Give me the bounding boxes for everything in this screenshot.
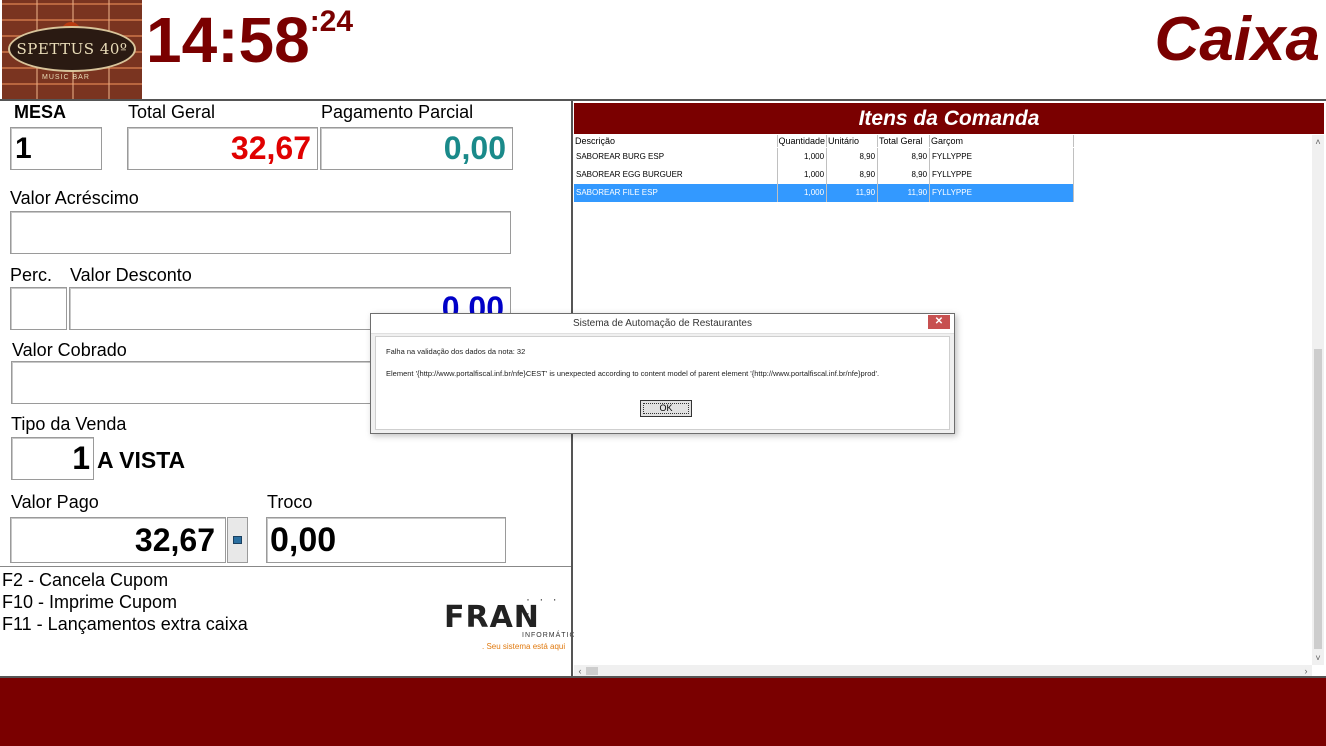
cell-garcom: FYLLYPPE: [929, 183, 1075, 202]
cell-descricao: SABOREAR FILE ESP: [574, 183, 778, 202]
footer-bar: [0, 678, 1326, 746]
valor-desconto-label: Valor Desconto: [70, 265, 192, 285]
shortcuts-list: F2 - Cancela Cupom F10 - Imprime Cupom F…: [2, 569, 248, 635]
cell-total: 8,90: [877, 165, 931, 184]
dialog-titlebar[interactable]: Sistema de Automação de Restaurantes ✕: [371, 314, 954, 334]
cell-garcom: FYLLYPPE: [929, 165, 1075, 184]
calculator-icon: [233, 536, 242, 544]
shortcut-cancela-cupom: F2 - Cancela Cupom: [2, 570, 169, 590]
shortcut-lancamentos-extra: F11 - Lançamentos extra caixa: [2, 614, 248, 634]
valor-acrescimo-label: Valor Acréscimo: [10, 188, 139, 208]
troco-field: 0,00: [266, 517, 506, 563]
screen-title: Caixa: [1154, 5, 1320, 74]
scroll-down-icon[interactable]: ˅: [1313, 652, 1323, 664]
cell-total: 8,90: [877, 147, 931, 166]
items-title: Itens da Comanda: [574, 103, 1324, 134]
dialog-body: Falha na validação dos dados da nota: 32…: [375, 336, 950, 430]
ok-button[interactable]: OK: [640, 400, 692, 417]
perc-field[interactable]: [10, 287, 67, 330]
header-divider: [0, 99, 1326, 101]
clock-seconds: :24: [309, 5, 354, 38]
cell-descricao: SABOREAR EGG BURGUER: [574, 165, 778, 184]
dialog-title: Sistema de Automação de Restaurantes: [573, 318, 752, 329]
tipo-venda-code: 1: [72, 440, 90, 476]
dialog-message-2: Element '{http://www.portalfiscal.inf.br…: [386, 369, 880, 378]
clock: 14:58:24: [146, 2, 353, 78]
cell-unitario: 8,90: [826, 147, 879, 166]
vertical-scrollbar[interactable]: ˄ ˅: [1312, 135, 1324, 665]
clock-hours-minutes: 14:58: [146, 4, 310, 76]
logo-subtitle: MUSIC BAR: [42, 74, 90, 81]
items-table: Descrição Quantidade Unitário Total Gera…: [574, 135, 1075, 202]
total-geral-field: 32,67: [127, 127, 318, 170]
valor-pago-field[interactable]: 32,67: [10, 517, 226, 563]
total-geral-label: Total Geral: [128, 102, 216, 122]
perc-label: Perc.: [10, 265, 53, 285]
vertical-scroll-thumb[interactable]: [1314, 349, 1322, 649]
total-geral-value: 32,67: [230, 130, 311, 166]
calculator-button[interactable]: [227, 517, 248, 563]
table-row[interactable]: SABOREAR BURG ESP 1,000 8,90 8,90 FYLLYP…: [574, 147, 1075, 166]
cell-descricao: SABOREAR BURG ESP: [574, 147, 778, 166]
valor-pago-label: Valor Pago: [11, 492, 99, 512]
cell-unitario: 8,90: [826, 165, 879, 184]
shortcuts-divider: [0, 566, 571, 567]
dialog-message-1: Falha na validação dos dados da nota: 32: [386, 347, 526, 356]
cell-quantidade: 1,000: [777, 147, 828, 166]
col-quantidade[interactable]: Quantidade: [777, 135, 828, 148]
pagamento-parcial-value: 0,00: [443, 130, 506, 166]
fran-logo: · · · · FRAN INFORMÁTICA . Seu sistema e…: [442, 592, 580, 654]
pagamento-parcial-label: Pagamento Parcial: [321, 102, 474, 122]
cell-quantidade: 1,000: [777, 183, 828, 202]
fran-slogan: . Seu sistema está aqui: [482, 642, 566, 651]
valor-cobrado-label: Valor Cobrado: [12, 340, 127, 360]
valor-acrescimo-field[interactable]: [10, 211, 511, 254]
col-descricao[interactable]: Descrição: [574, 135, 778, 148]
table-row[interactable]: SABOREAR EGG BURGUER 1,000 8,90 8,90 FYL…: [574, 165, 1075, 184]
caixa-window: SPETTUS 40º MUSIC BAR 14:58:24 Caixa MES…: [0, 0, 1326, 746]
close-icon[interactable]: ✕: [928, 315, 950, 329]
shortcut-imprime-cupom: F10 - Imprime Cupom: [2, 592, 178, 612]
error-dialog: Sistema de Automação de Restaurantes ✕ F…: [370, 313, 955, 434]
col-unitario[interactable]: Unitário: [826, 135, 879, 148]
table-row-selected[interactable]: SABOREAR FILE ESP 1,000 11,90 11,90 FYLL…: [574, 183, 1075, 202]
restaurant-logo: SPETTUS 40º MUSIC BAR: [2, 0, 142, 99]
horizontal-scroll-thumb[interactable]: [586, 667, 598, 675]
mesa-value: 1: [15, 131, 32, 165]
logo-badge: SPETTUS 40º: [8, 26, 136, 72]
pagamento-parcial-field[interactable]: 0,00: [320, 127, 513, 170]
scroll-up-icon[interactable]: ˄: [1313, 136, 1323, 148]
mesa-label: MESA: [14, 102, 67, 122]
cell-unitario: 11,90: [826, 183, 879, 202]
valor-pago-value: 32,67: [134, 521, 215, 558]
fran-word: FRAN: [444, 600, 540, 635]
col-garcom[interactable]: Garçom: [929, 135, 1075, 148]
tipo-venda-label: Tipo da Venda: [11, 414, 127, 434]
table-header-row: Descrição Quantidade Unitário Total Gera…: [574, 135, 1075, 148]
troco-value: 0,00: [270, 520, 337, 559]
troco-label: Troco: [267, 492, 313, 512]
mesa-field[interactable]: 1: [10, 127, 102, 170]
cell-quantidade: 1,000: [777, 165, 828, 184]
cell-garcom: FYLLYPPE: [929, 147, 1075, 166]
tipo-venda-desc: A VISTA: [97, 447, 186, 473]
col-total-geral[interactable]: Total Geral: [877, 135, 931, 148]
logo-text: SPETTUS 40º: [16, 40, 128, 58]
tipo-venda-field[interactable]: 1: [11, 437, 94, 480]
cell-total: 11,90: [877, 183, 931, 202]
